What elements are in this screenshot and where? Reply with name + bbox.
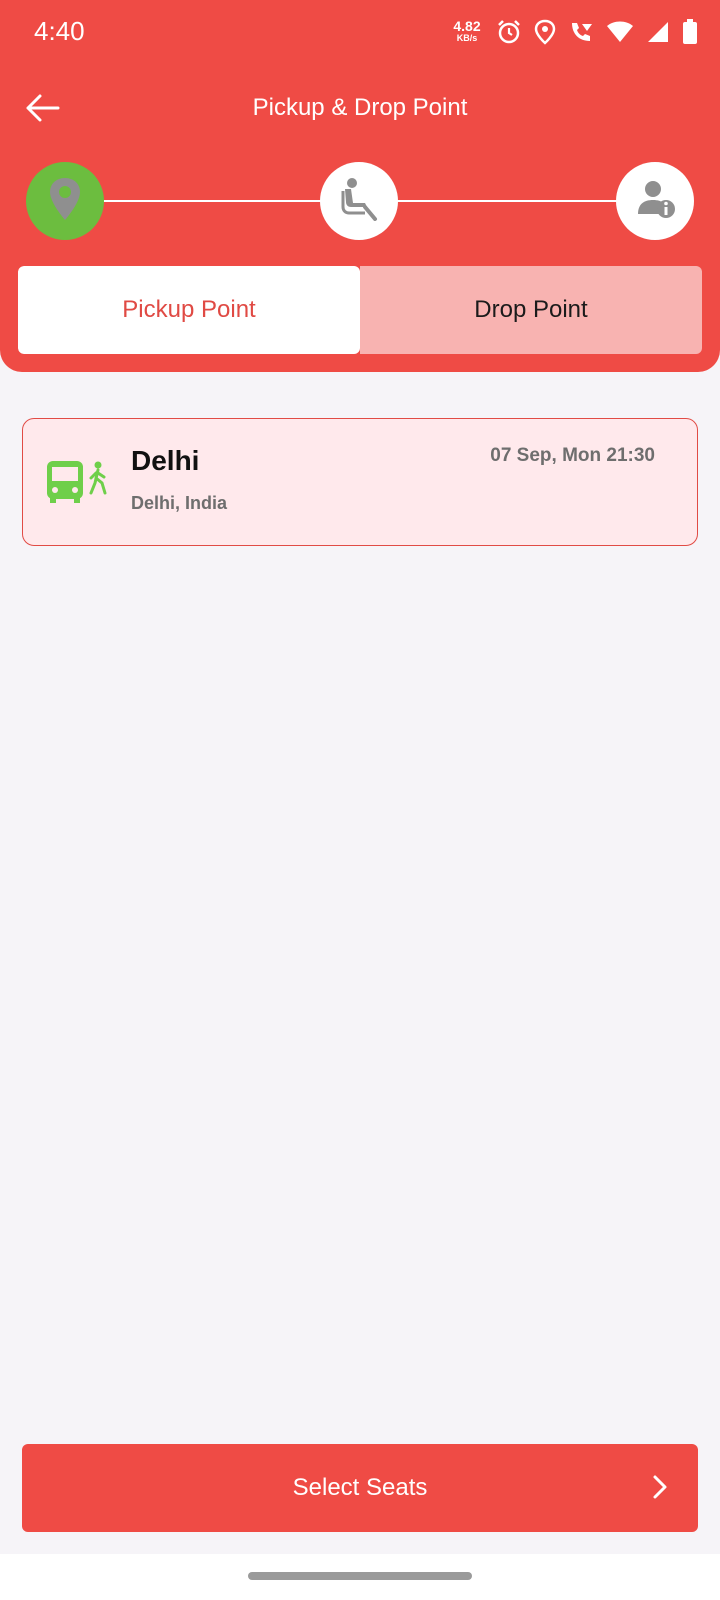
net-speed-value: 4.82	[453, 18, 481, 34]
point-address: Delhi, India	[131, 493, 228, 513]
select-seats-button[interactable]: Select Seats	[22, 1444, 698, 1532]
point-tabs: Pickup Point Drop Point	[18, 266, 702, 354]
wifi-calling-icon	[568, 19, 594, 45]
location-icon	[534, 19, 556, 45]
pickup-point-card[interactable]: Delhi Delhi, India 07 Sep, Mon 21:30	[22, 418, 698, 546]
wifi-icon	[606, 20, 634, 44]
step-passenger-info[interactable]	[616, 162, 694, 240]
signal-icon	[646, 20, 670, 44]
chevron-right-icon	[652, 1474, 668, 1505]
seat-icon	[339, 177, 379, 226]
status-time: 4:40	[34, 16, 85, 46]
passenger-info-icon	[634, 178, 676, 225]
status-icons: 4.82 KB/s	[450, 14, 698, 50]
net-speed: 4.82 KB/s	[450, 18, 484, 44]
point-time: 07 Sep, Mon 21:30	[490, 445, 655, 466]
tab-pickup-point[interactable]: Pickup Point	[18, 266, 360, 354]
select-seats-label: Select Seats	[292, 1474, 428, 1501]
step-pickup-drop[interactable]	[26, 162, 104, 240]
battery-icon	[682, 19, 698, 45]
app-header: 4:40 4.82 KB/s Pickup & Drop Point Picku…	[0, 0, 720, 372]
location-pin-icon	[48, 176, 82, 227]
step-select-seats[interactable]	[320, 162, 398, 240]
home-indicator[interactable]	[248, 1572, 472, 1580]
point-name: Delhi	[131, 445, 200, 476]
page-title: Pickup & Drop Point	[252, 94, 468, 121]
system-nav-bar	[0, 1554, 720, 1600]
tab-drop-point[interactable]: Drop Point	[360, 266, 702, 354]
bus-walk-icon	[45, 459, 109, 512]
alarm-icon	[496, 19, 522, 45]
